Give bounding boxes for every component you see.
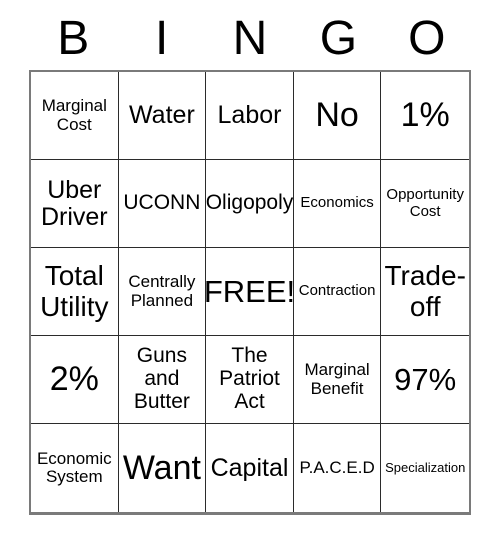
bingo-cell-label: Specialization (385, 459, 466, 475)
bingo-cell-g5[interactable]: P.A.C.E.D (293, 424, 382, 512)
bingo-cell-b3[interactable]: Total Utility (31, 248, 119, 336)
bingo-grid: Marginal Cost Water Labor No 1% Uber Dri… (29, 70, 471, 515)
bingo-cell-n5[interactable]: Capital (206, 424, 294, 512)
bingo-cell-g2[interactable]: Economics (293, 160, 382, 248)
bingo-cell-label: Uber Driver (40, 175, 108, 231)
bingo-cell-i3[interactable]: Centrally Planned (118, 248, 207, 336)
bingo-cell-label: 2% (49, 360, 99, 399)
bingo-cell-n1[interactable]: Labor (206, 72, 294, 160)
bingo-cell-label: Trade- off (384, 260, 466, 322)
bingo-cell-label: Economic System (36, 448, 112, 486)
bingo-cell-label: Contraction (298, 282, 376, 300)
bingo-cell-g3[interactable]: Contraction (293, 248, 382, 336)
bingo-cell-i4[interactable]: Guns and Butter (118, 336, 207, 424)
bingo-cell-g1[interactable]: No (293, 72, 382, 160)
bingo-header-letter-i: I (154, 12, 169, 65)
bingo-cell-i2[interactable]: UCONN (118, 160, 207, 248)
bingo-cell-b5[interactable]: Economic System (31, 424, 119, 512)
bingo-cell-label: Water (129, 101, 195, 129)
bingo-cell-i1[interactable]: Water (118, 72, 207, 160)
bingo-cell-o1[interactable]: 1% (381, 72, 469, 160)
bingo-header-letter-n: N (232, 12, 268, 65)
bingo-cell-o2[interactable]: Opportunity Cost (381, 160, 469, 248)
bingo-cell-o5[interactable]: Specialization (381, 424, 469, 512)
bingo-cell-label: Economics (300, 194, 374, 212)
bingo-cell-label: Want (122, 448, 201, 487)
bingo-cell-label: Marginal Cost (41, 96, 107, 134)
bingo-cell-label: Marginal Benefit (304, 360, 370, 398)
bingo-cell-label: P.A.C.E.D (299, 457, 375, 477)
bingo-header-row: B I N G O (29, 8, 471, 70)
bingo-cell-n2[interactable]: Oligopoly (206, 160, 294, 248)
bingo-cell-label: Labor (217, 101, 282, 129)
bingo-cell-label: Guns and Butter (133, 344, 190, 413)
bingo-cell-b1[interactable]: Marginal Cost (31, 72, 119, 160)
bingo-cell-label: No (315, 96, 359, 135)
bingo-cell-label: Capital (210, 453, 289, 482)
bingo-header-letter-g: G (319, 12, 358, 65)
bingo-header-letter-b: B (57, 12, 90, 65)
bingo-cell-o4[interactable]: 97% (381, 336, 469, 424)
bingo-cell-label: Centrally Planned (128, 272, 196, 310)
bingo-cell-b4[interactable]: 2% (31, 336, 119, 424)
bingo-cell-free-space[interactable]: FREE! (206, 248, 294, 336)
bingo-cell-label: 97% (394, 361, 457, 397)
bingo-cell-label: UCONN (123, 191, 201, 215)
bingo-cell-label: 1% (400, 96, 450, 135)
bingo-card: B I N G O Marginal Cost Water Labor No 1… (29, 8, 471, 515)
bingo-cell-label: The Patriot Act (219, 344, 280, 413)
bingo-cell-label: Opportunity Cost (386, 186, 464, 220)
bingo-cell-o3[interactable]: Trade- off (381, 248, 469, 336)
bingo-cell-b2[interactable]: Uber Driver (31, 160, 119, 248)
bingo-cell-g4[interactable]: Marginal Benefit (293, 336, 382, 424)
bingo-cell-i5[interactable]: Want (118, 424, 207, 512)
bingo-header-letter-o: O (408, 12, 446, 65)
bingo-cell-label: Total Utility (40, 260, 109, 322)
bingo-cell-n4[interactable]: The Patriot Act (206, 336, 294, 424)
bingo-cell-label: FREE! (206, 273, 294, 309)
bingo-cell-label: Oligopoly (206, 191, 294, 215)
